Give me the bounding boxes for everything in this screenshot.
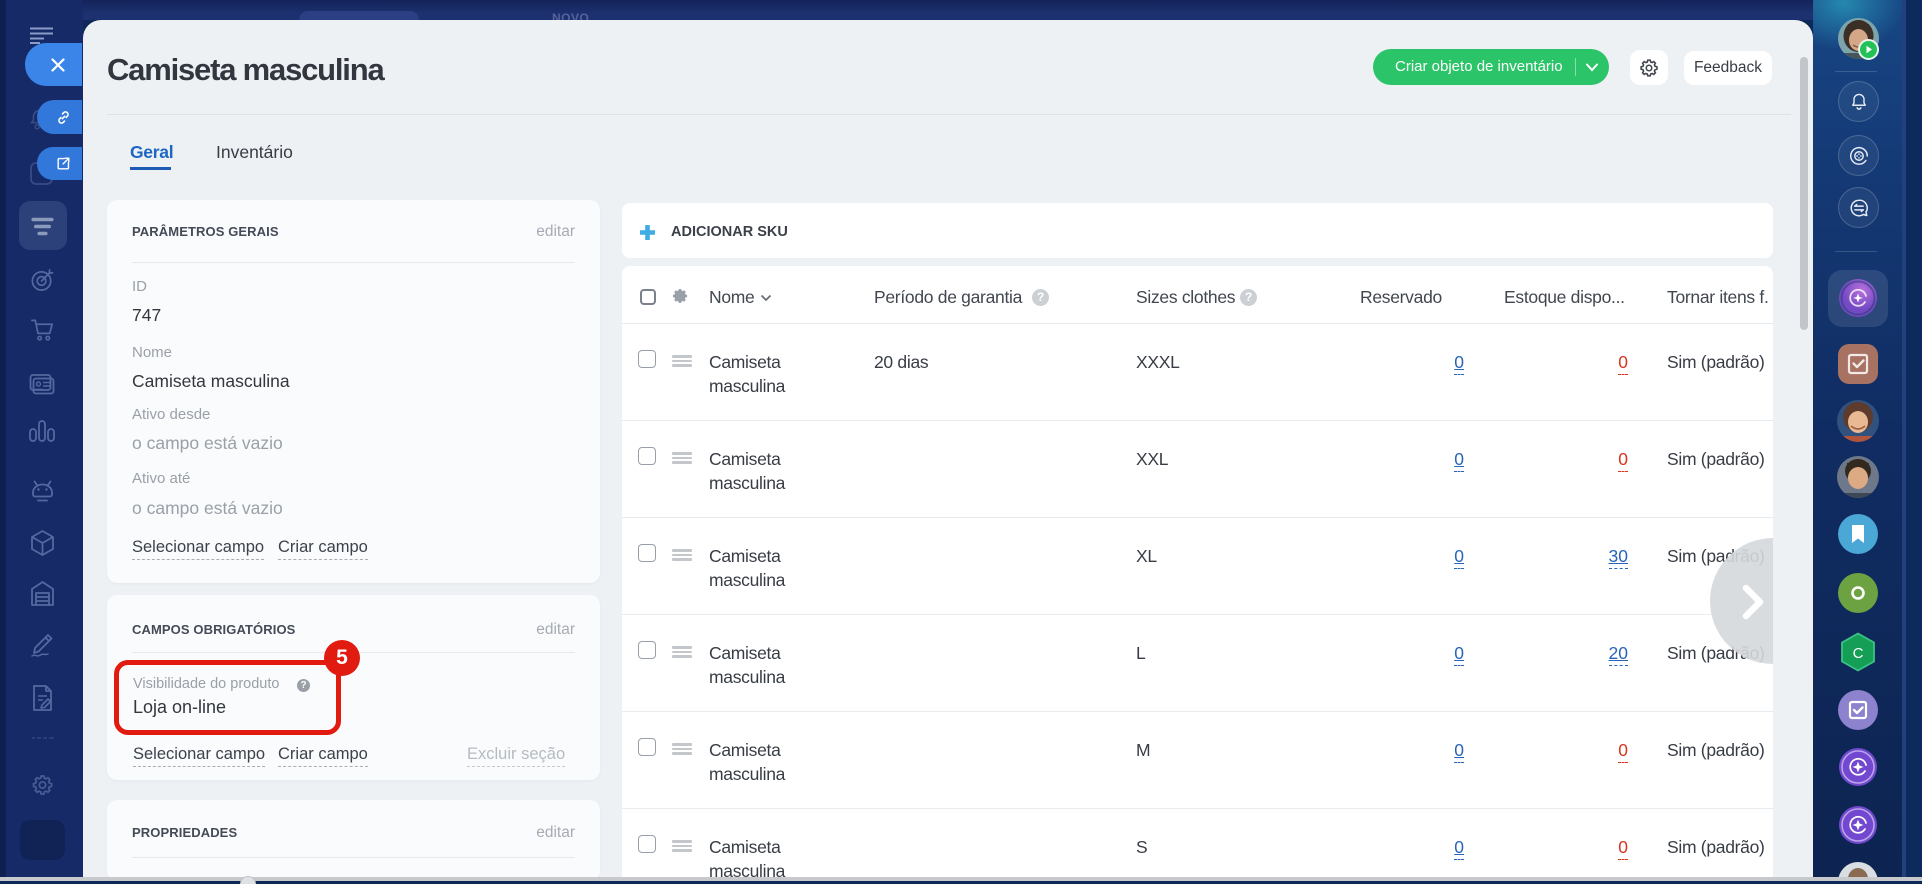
svg-text:C: C <box>1853 645 1864 662</box>
